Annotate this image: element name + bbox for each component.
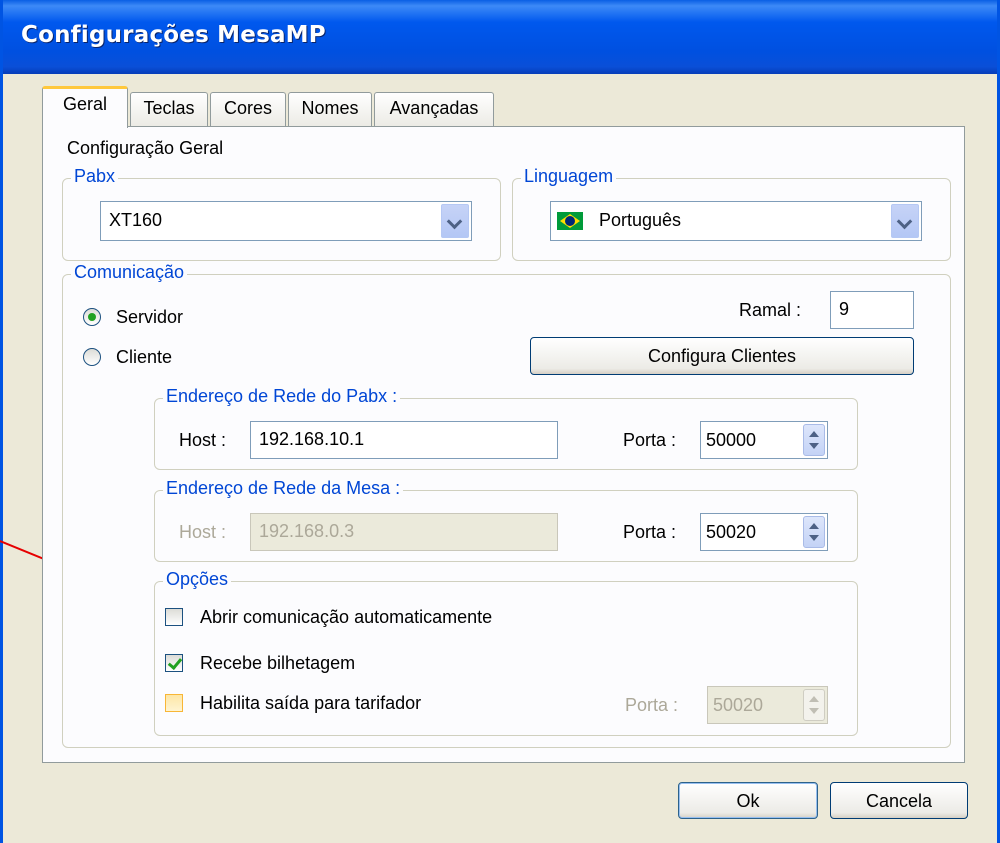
- tariff-port-stepper[interactable]: 50020: [707, 686, 828, 724]
- auto-open-checkbox[interactable]: [165, 608, 183, 626]
- language-legend: Linguagem: [521, 166, 617, 187]
- pabx-select-value: XT160: [109, 210, 163, 230]
- mesa-host-input[interactable]: 192.168.0.3: [250, 513, 558, 551]
- chevron-down-icon[interactable]: [441, 204, 469, 238]
- pabx-host-input[interactable]: 192.168.10.1: [250, 421, 558, 459]
- radio-servidor[interactable]: [83, 308, 101, 326]
- pabx-select[interactable]: XT160: [100, 201, 472, 241]
- section-heading: Configuração Geral: [67, 138, 224, 158]
- mesa-host-label: Host :: [179, 522, 227, 542]
- radio-selected-dot: [88, 313, 96, 321]
- tariff-output-checkbox[interactable]: [165, 694, 183, 712]
- spin-arrows-icon: [803, 689, 825, 721]
- pabx-port-value: 50000: [706, 430, 757, 450]
- mesa-port-label: Porta :: [623, 522, 677, 542]
- pabx-address-legend: Endereço de Rede do Pabx :: [163, 386, 401, 407]
- communication-group: Comunicação Servidor Cliente Ramal : 9 C…: [62, 262, 951, 748]
- ok-button[interactable]: Ok: [678, 782, 818, 819]
- window-title: Configurações MesaMP: [21, 22, 326, 48]
- language-select[interactable]: Português: [550, 201, 922, 241]
- radio-servidor-label[interactable]: Servidor: [116, 307, 183, 328]
- chevron-down-icon[interactable]: [891, 204, 919, 238]
- configure-clients-button[interactable]: Configura Clientes: [530, 337, 914, 375]
- tab-teclas[interactable]: Teclas: [130, 92, 208, 126]
- pabx-group: Pabx XT160: [62, 166, 501, 261]
- language-select-value: Português: [599, 210, 682, 230]
- tab-nomes[interactable]: Nomes: [288, 92, 372, 126]
- ramal-label: Ramal :: [739, 300, 802, 320]
- tab-cores[interactable]: Cores: [210, 92, 286, 126]
- tariff-port-value: 50020: [713, 695, 764, 715]
- tab-avancadas[interactable]: Avançadas: [374, 92, 494, 126]
- receive-billing-checkbox[interactable]: [165, 654, 183, 672]
- mesa-port-stepper[interactable]: 50020: [700, 513, 828, 551]
- communication-legend: Comunicação: [71, 262, 188, 283]
- language-group: Linguagem Português: [512, 166, 951, 261]
- spin-arrows-icon[interactable]: [803, 516, 825, 548]
- settings-dialog: Configurações MesaMP Geral Teclas Cores …: [0, 0, 1000, 843]
- tab-panel-geral: Configuração Geral Pabx XT160 Linguagem …: [42, 126, 965, 763]
- pabx-legend: Pabx: [71, 166, 119, 187]
- receive-billing-label[interactable]: Recebe bilhetagem: [200, 653, 355, 674]
- brazil-flag-icon: [557, 212, 583, 230]
- mesa-address-legend: Endereço de Rede da Mesa :: [163, 478, 404, 499]
- mesa-address-group: Endereço de Rede da Mesa : Host : 192.16…: [154, 478, 858, 562]
- radio-cliente[interactable]: [83, 348, 101, 366]
- mesa-port-value: 50020: [706, 522, 757, 542]
- pabx-port-label: Porta :: [623, 430, 677, 450]
- tariff-port-label: Porta :: [625, 695, 679, 715]
- pabx-port-stepper[interactable]: 50000: [700, 421, 828, 459]
- ramal-input[interactable]: 9: [830, 291, 914, 329]
- options-group: Opções Abrir comunicação automaticamente…: [154, 569, 858, 736]
- tariff-output-label[interactable]: Habilita saída para tarifador: [200, 693, 421, 714]
- title-bar[interactable]: Configurações MesaMP: [3, 0, 997, 74]
- spin-arrows-icon[interactable]: [803, 424, 825, 456]
- radio-cliente-label[interactable]: Cliente: [116, 347, 172, 368]
- pabx-host-label: Host :: [179, 430, 227, 450]
- auto-open-label[interactable]: Abrir comunicação automaticamente: [200, 607, 492, 628]
- tab-geral[interactable]: Geral: [42, 86, 128, 128]
- pabx-address-group: Endereço de Rede do Pabx : Host : 192.16…: [154, 386, 858, 470]
- cancel-button[interactable]: Cancela: [830, 782, 968, 819]
- options-legend: Opções: [163, 569, 232, 590]
